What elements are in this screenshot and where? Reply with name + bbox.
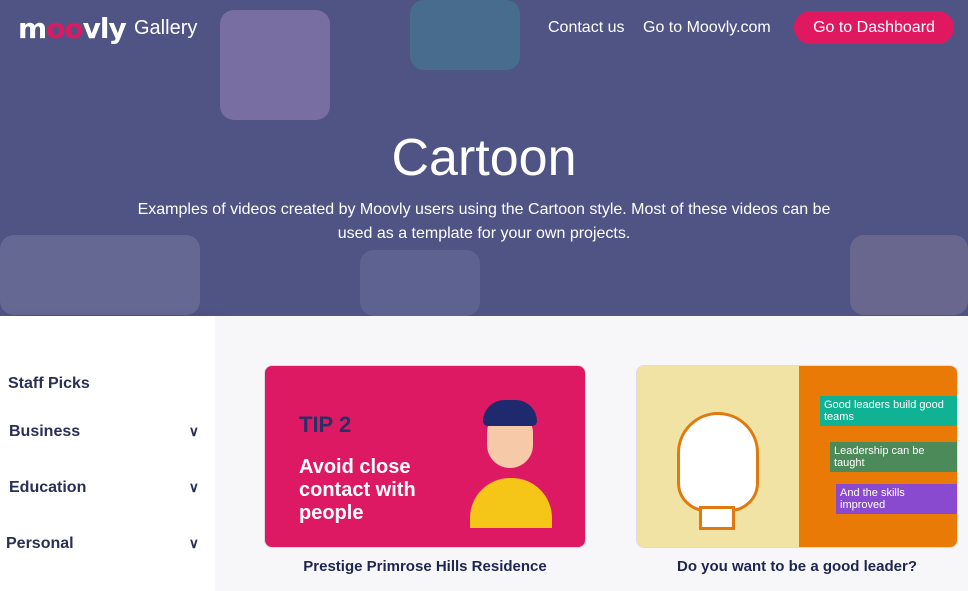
thumb-tip: TIP 2 — [299, 412, 352, 437]
sidebar-item-staff-picks[interactable]: Staff Picks — [8, 375, 198, 393]
sidebar-item-label: Business — [9, 423, 81, 440]
page-title: Cartoon — [391, 129, 577, 187]
thumb-text: Avoid close contact with people — [299, 456, 416, 524]
sidebar-item-label: Education — [9, 479, 87, 496]
sidebar-item-education[interactable]: Education ∨ — [9, 479, 199, 497]
moovly-site-link[interactable]: Go to Moovly.com — [643, 19, 771, 37]
video-card-title[interactable]: Prestige Primrose Hills Residence — [264, 558, 586, 575]
gallery-label: Gallery — [134, 17, 198, 39]
video-card-thumbnail[interactable]: TIP 2 Avoid close contact with people — [264, 365, 586, 548]
chevron-down-icon[interactable]: ∨ — [189, 423, 199, 440]
video-card-thumbnail[interactable]: Good leaders build good teams Leadership… — [636, 365, 958, 548]
character-illustration — [470, 478, 552, 528]
chevron-down-icon[interactable]: ∨ — [189, 535, 199, 552]
sidebar-item-label: Personal — [6, 535, 74, 552]
thumb-tag: Good leaders build good teams — [820, 396, 957, 426]
category-sidebar: Staff Picks Business ∨ Education ∨ Persona… — [0, 316, 215, 591]
lightbulb-base — [699, 506, 735, 530]
video-card-title[interactable]: Do you want to be a good leader? — [636, 558, 958, 575]
thumb-tag: Leadership can be taught — [830, 442, 957, 472]
bg-thumbnail — [850, 235, 968, 315]
sidebar-item-label: Staff Picks — [8, 375, 90, 392]
contact-us-link[interactable]: Contact us — [548, 19, 624, 37]
bg-thumbnail — [0, 235, 200, 315]
hero-banner: moovly Gallery Contact us Go to Moovly.c… — [0, 0, 968, 316]
moovly-logo[interactable]: moovly — [18, 12, 127, 45]
bg-thumbnail — [360, 250, 480, 316]
sidebar-item-business[interactable]: Business ∨ — [9, 423, 199, 441]
lightbulb-illustration — [677, 412, 759, 512]
bg-thumbnail — [410, 0, 520, 70]
sidebar-item-personal[interactable]: Personal ∨ — [6, 535, 199, 553]
chevron-down-icon[interactable]: ∨ — [189, 479, 199, 496]
bg-thumbnail — [220, 10, 330, 120]
thumb-tag: And the skills improved — [836, 484, 957, 514]
character-hair — [483, 400, 537, 426]
go-to-dashboard-button[interactable]: Go to Dashboard — [794, 11, 954, 44]
page-description: Examples of videos created by Moovly use… — [137, 201, 831, 242]
